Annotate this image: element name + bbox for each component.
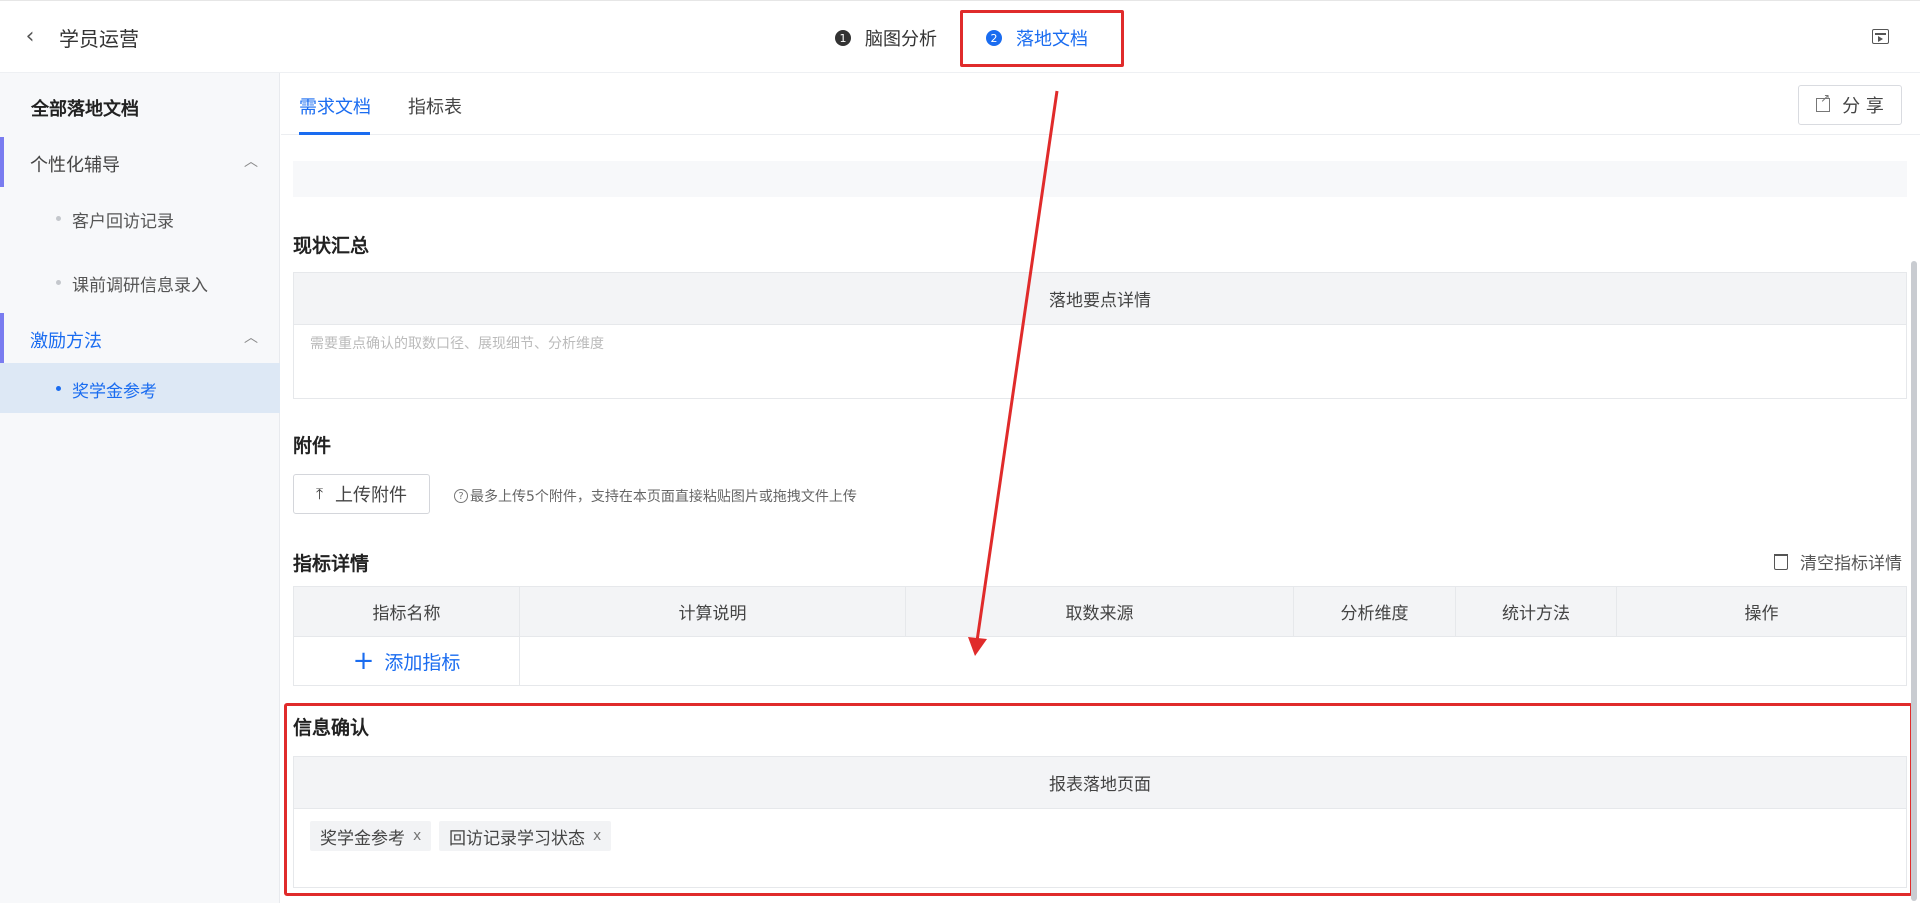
tag-scholarship: 奖学金参考 x xyxy=(310,821,432,851)
add-metric-button[interactable]: + 添加指标 xyxy=(353,648,461,675)
share-button[interactable]: 分 享 xyxy=(1798,85,1902,125)
doc-tabs: 需求文档 指标表 分 享 xyxy=(281,73,1920,135)
column-header: 统计方法 xyxy=(1456,587,1617,636)
preview-icon[interactable] xyxy=(1872,29,1889,44)
sidebar-item-label: 奖学金参考 xyxy=(72,382,157,402)
report-landing-panel: 报表落地页面 奖学金参考 x 回访记录学习状态 x xyxy=(293,756,1907,888)
bullet-icon xyxy=(56,386,61,391)
step-number-1: 1 xyxy=(835,30,851,46)
panel-header: 报表落地页面 xyxy=(294,757,1906,809)
group-indicator xyxy=(0,137,4,187)
tab-metrics-table[interactable]: 指标表 xyxy=(408,93,462,119)
back-icon[interactable]: ‹ xyxy=(18,21,42,51)
close-icon[interactable]: x xyxy=(413,828,421,844)
sidebar-group-incentive[interactable]: 激励方法 ︿ xyxy=(0,313,280,363)
add-metric-cell: + 添加指标 xyxy=(294,637,520,685)
app-title: 学员运营 xyxy=(59,27,139,51)
tab-requirements[interactable]: 需求文档 xyxy=(299,93,371,119)
sidebar-item-label: 客户回访记录 xyxy=(72,212,174,232)
upload-icon: ⤒ xyxy=(315,484,324,503)
step-label: 脑图分析 xyxy=(865,29,937,50)
close-icon[interactable]: x xyxy=(593,828,601,844)
share-icon xyxy=(1816,91,1830,112)
section-title-metrics: 指标详情 xyxy=(293,553,370,575)
metrics-table: 指标名称 计算说明 取数来源 分析维度 统计方法 操作 + 添加指标 xyxy=(293,586,1907,686)
upload-label: 上传附件 xyxy=(335,485,408,506)
sidebar: 全部落地文档 个性化辅导 ︿ 客户回访记录 课前调研信息录入 激励方法 ︿ 奖学… xyxy=(0,73,280,903)
upload-hint: ? 最多上传5个附件，支持在本页面直接粘贴图片或拖拽文件上传 xyxy=(454,486,857,506)
sidebar-heading: 全部落地文档 xyxy=(31,99,139,120)
sidebar-item-preclass-survey[interactable]: 课前调研信息录入 xyxy=(0,257,280,307)
help-icon: ? xyxy=(454,489,468,503)
add-metric-label: 添加指标 xyxy=(384,651,461,674)
sidebar-group-label: 个性化辅导 xyxy=(30,155,120,176)
upload-hint-text: 最多上传5个附件，支持在本页面直接粘贴图片或拖拽文件上传 xyxy=(470,489,857,505)
upload-attachment-button[interactable]: ⤒ 上传附件 xyxy=(293,474,430,514)
tag-visit-learning-status: 回访记录学习状态 x xyxy=(439,821,612,851)
active-tab-underline xyxy=(299,132,370,135)
clear-metrics-button[interactable]: 清空指标详情 xyxy=(1774,549,1902,574)
annotation-highlight-step xyxy=(960,10,1124,67)
group-indicator xyxy=(0,313,4,363)
column-header: 计算说明 xyxy=(520,587,906,636)
description-bar xyxy=(293,161,1907,197)
tag-label: 回访记录学习状态 xyxy=(449,828,585,849)
table-cell-empty xyxy=(520,637,1906,685)
plus-icon: + xyxy=(352,646,375,676)
section-title-confirm: 信息确认 xyxy=(293,717,370,739)
section-title-attachments: 附件 xyxy=(293,435,332,457)
bullet-icon xyxy=(56,216,61,221)
column-header: 取数来源 xyxy=(906,587,1294,636)
sidebar-group-label: 激励方法 xyxy=(30,331,102,352)
step-mindmap-analysis[interactable]: 1 脑图分析 xyxy=(835,25,937,51)
share-label: 分 享 xyxy=(1842,96,1884,117)
column-header: 操作 xyxy=(1744,604,1779,624)
table-row: + 添加指标 xyxy=(294,637,1906,685)
tag-label: 奖学金参考 xyxy=(320,828,405,849)
top-header: ‹ 学员运营 1 脑图分析 2 落地文档 xyxy=(0,1,1920,73)
editor-placeholder: 需要重点确认的取数口径、展现细节、分析维度 xyxy=(310,336,604,352)
column-header: 指标名称 xyxy=(294,587,520,636)
bullet-icon xyxy=(56,280,61,285)
column-header: 分析维度 xyxy=(1294,587,1456,636)
chevron-up-icon: ︿ xyxy=(244,154,258,170)
app-window: ‹ 学员运营 1 脑图分析 2 落地文档 全部落地文档 个性化辅导 ︿ 客户回访… xyxy=(0,0,1920,903)
chevron-up-icon: ︿ xyxy=(244,330,258,346)
main-content: 需求文档 指标表 分 享 现状汇总 落地要点详情 需要重点确认的取数口径、展现细… xyxy=(281,73,1920,903)
clear-metrics-label: 清空指标详情 xyxy=(1800,554,1902,574)
trash-icon xyxy=(1774,553,1788,570)
report-page-tags[interactable]: 奖学金参考 x 回访记录学习状态 x xyxy=(294,809,1906,888)
panel-header: 落地要点详情 xyxy=(294,273,1906,325)
table-header: 指标名称 计算说明 取数来源 分析维度 统计方法 操作 xyxy=(294,587,1906,637)
sidebar-group-personal-coaching[interactable]: 个性化辅导 ︿ xyxy=(0,137,280,187)
status-summary-editor[interactable]: 需要重点确认的取数口径、展现细节、分析维度 xyxy=(294,325,1906,399)
sidebar-item-customer-visit[interactable]: 客户回访记录 xyxy=(0,193,280,243)
sidebar-item-scholarship[interactable]: 奖学金参考 xyxy=(0,363,280,413)
status-summary-panel: 落地要点详情 需要重点确认的取数口径、展现细节、分析维度 xyxy=(293,272,1907,399)
sidebar-item-label: 课前调研信息录入 xyxy=(72,276,208,296)
section-title-status: 现状汇总 xyxy=(293,235,370,257)
vertical-scrollbar[interactable] xyxy=(1911,261,1917,901)
